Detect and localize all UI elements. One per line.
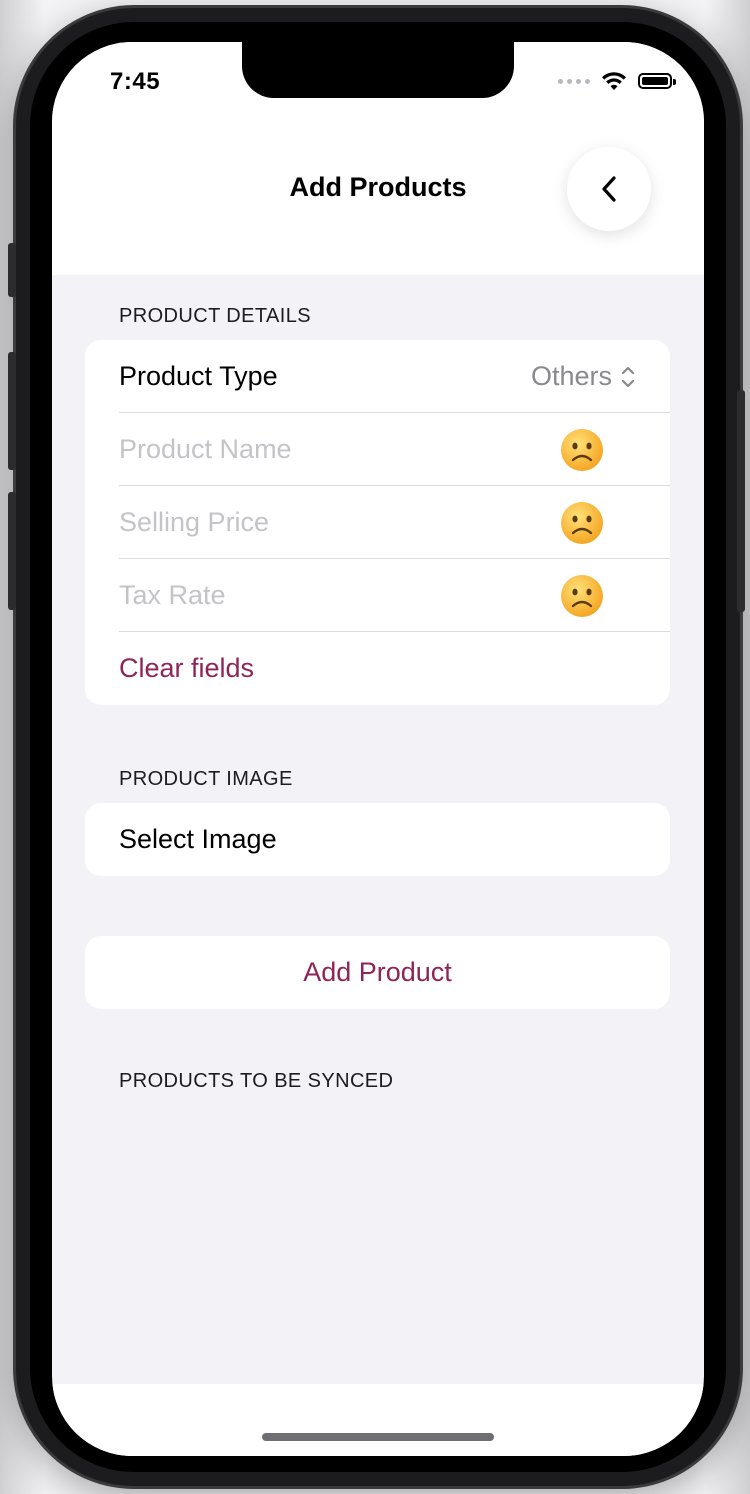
- wifi-icon: [602, 72, 626, 90]
- section-header-products-to-sync: PRODUCTS TO BE SYNCED: [119, 1070, 394, 1092]
- tax-rate-field[interactable]: Tax Rate: [119, 580, 226, 611]
- product-type-value: Others: [530, 361, 612, 391]
- frowning-face-icon: [561, 429, 603, 471]
- product-name-row[interactable]: Product Name: [85, 413, 670, 486]
- up-down-chevron-icon: [621, 366, 635, 387]
- clear-fields-row[interactable]: Clear fields: [85, 632, 670, 705]
- selling-price-field[interactable]: Selling Price: [119, 507, 269, 538]
- back-button[interactable]: [567, 147, 651, 231]
- selling-price-row[interactable]: Selling Price: [85, 486, 670, 559]
- select-image-button[interactable]: Select Image: [119, 824, 277, 855]
- frowning-face-icon: [561, 502, 603, 544]
- mute-switch: [8, 243, 16, 297]
- chevron-left-icon: [602, 176, 616, 202]
- volume-up-button: [8, 352, 16, 470]
- battery-icon: [638, 73, 676, 89]
- notch: [242, 42, 514, 98]
- add-product-label: Add Product: [303, 957, 452, 987]
- home-indicator-area: [52, 1384, 704, 1456]
- clear-fields-button[interactable]: Clear fields: [119, 653, 254, 684]
- product-image-card: Select Image: [85, 803, 670, 876]
- power-button: [737, 390, 745, 612]
- home-indicator[interactable]: [262, 1433, 494, 1441]
- screen: 7:45 Add Products PRODUCT DETAILS Produc…: [52, 42, 704, 1456]
- product-type-picker[interactable]: Others: [531, 340, 636, 413]
- section-header-product-image: PRODUCT IMAGE: [119, 768, 293, 790]
- select-image-row[interactable]: Select Image: [85, 803, 670, 876]
- product-name-field[interactable]: Product Name: [119, 434, 292, 465]
- product-type-label: Product Type: [119, 361, 278, 391]
- status-icons: [558, 70, 676, 92]
- section-header-product-details: PRODUCT DETAILS: [119, 305, 311, 327]
- add-product-card: Add Product: [85, 936, 670, 1009]
- product-details-card: Product Type Others Product Name Selling…: [85, 340, 670, 705]
- frowning-face-icon: [561, 575, 603, 617]
- cellular-signal-icon: [558, 78, 590, 84]
- add-product-button[interactable]: Add Product: [85, 936, 670, 1009]
- navigation-bar: Add Products: [52, 130, 704, 275]
- status-time: 7:45: [110, 68, 161, 95]
- volume-down-button: [8, 492, 16, 610]
- tax-rate-row[interactable]: Tax Rate: [85, 559, 670, 632]
- product-type-row[interactable]: Product Type Others: [85, 340, 670, 413]
